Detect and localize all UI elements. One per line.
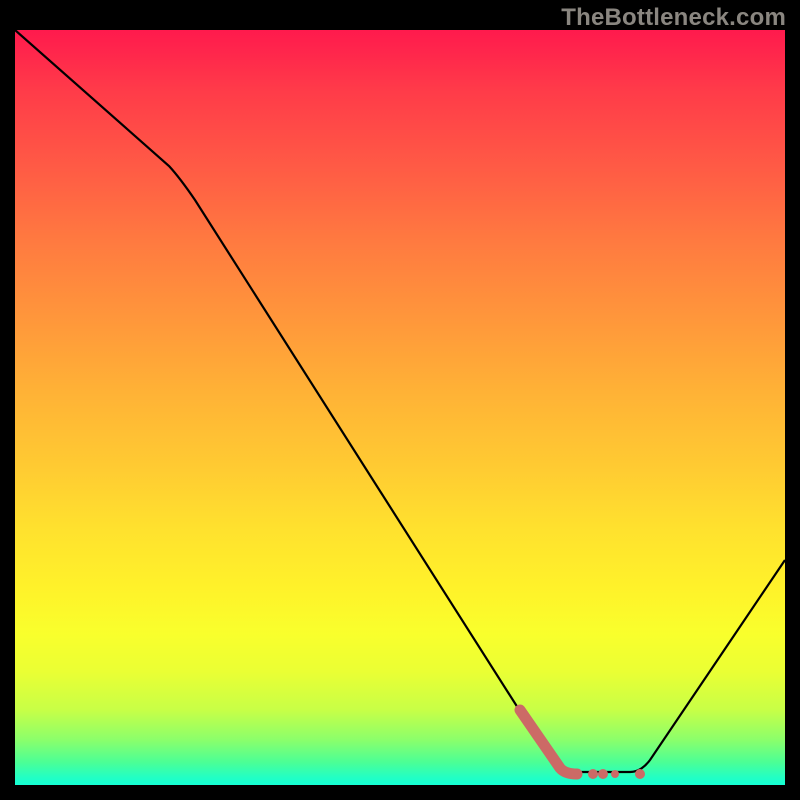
highlight-dot <box>598 769 608 779</box>
highlight-segment <box>520 710 577 774</box>
highlight-dot <box>611 770 619 778</box>
curve-path <box>15 30 785 772</box>
chart-svg <box>15 30 785 785</box>
watermark-text: TheBottleneck.com <box>561 4 786 32</box>
highlight-dot <box>588 769 598 779</box>
highlight-dot <box>635 769 645 779</box>
plot-area <box>15 30 785 785</box>
